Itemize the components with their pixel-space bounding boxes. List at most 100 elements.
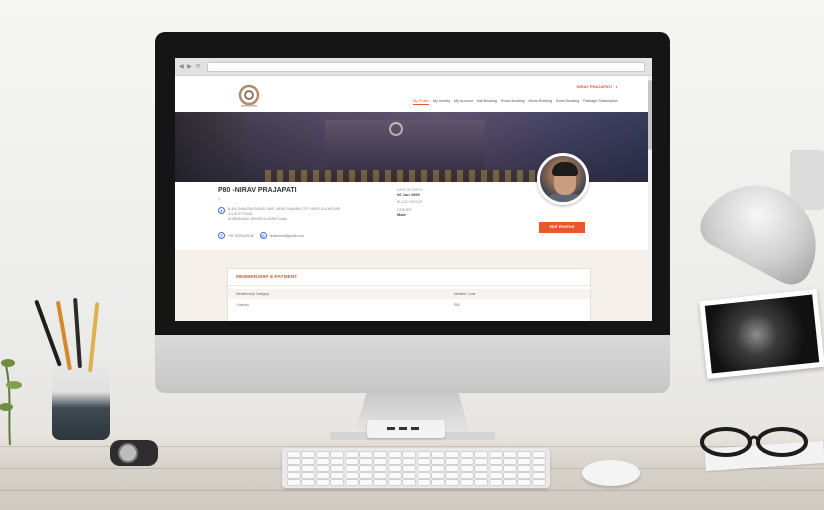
membership-card: MEMBERSHIP & PAYMENT Membership Category… (227, 268, 591, 321)
chevron-down-icon: ▼ (615, 85, 618, 89)
plant-decoration (0, 325, 24, 446)
keyboard-key (504, 480, 516, 485)
membership-category-value: Ordinary (236, 303, 250, 307)
keyboard-key (504, 459, 516, 464)
url-field[interactable] (207, 62, 645, 72)
user-menu[interactable]: NIRAV PRAJAPATI ▼ (577, 84, 618, 89)
site-header: NIRAV PRAJAPATI ▼ My Profile My Activity… (175, 76, 652, 112)
keyboard-key (374, 473, 387, 478)
wristwatch (110, 440, 158, 466)
keyboard-key (331, 466, 344, 471)
column-header-category: Membership Category (236, 292, 270, 296)
membership-title: MEMBERSHIP & PAYMENT (236, 275, 298, 280)
keyboard-key (532, 480, 545, 485)
keyboard-key (360, 452, 372, 457)
keyboard-key (446, 459, 459, 464)
keyboard-key (388, 473, 401, 478)
scrollbar-thumb[interactable] (648, 80, 652, 150)
keyboard-key (432, 459, 444, 464)
keyboard-key (388, 452, 401, 457)
keyboard-key (532, 473, 545, 478)
keyboard-key (388, 459, 401, 464)
ultrasound-photo (699, 289, 824, 379)
keyboard-key (288, 480, 300, 485)
phone-number: +91 9725120138 (228, 233, 254, 238)
keyboard-key (460, 452, 473, 457)
keyboard-key (417, 452, 430, 457)
nav-event-booking[interactable]: Event Booking (556, 99, 579, 105)
keyboard-key (475, 466, 488, 471)
pencil-decoration (73, 298, 82, 369)
dob-value: 06 Jun 1990 (397, 192, 420, 197)
keyboard-key (403, 466, 416, 471)
keyboard-key (302, 459, 315, 464)
keyboard-key (489, 466, 502, 471)
nav-my-profile[interactable]: My Profile (413, 99, 430, 105)
keyboard-key (504, 473, 516, 478)
avatar[interactable] (537, 153, 589, 205)
keyboard-key (288, 466, 300, 471)
pencil-pot (52, 360, 110, 440)
keyboard-key (489, 459, 502, 464)
keyboard-key (302, 452, 315, 457)
edit-profile-button[interactable]: EDIT PROFILE (539, 222, 585, 233)
keyboard-key (345, 473, 358, 478)
club-logo-icon[interactable] (235, 83, 263, 109)
keyboard-key (460, 473, 473, 478)
address-line-3: AHMEDABAD 380058 GUJARAT India (228, 216, 287, 221)
keyboard-key (446, 452, 459, 457)
keyboard-key (345, 466, 358, 471)
eyeglasses (700, 427, 808, 457)
keyboard-key (374, 452, 387, 457)
nav-package-subscription[interactable]: Package Subscription (583, 99, 618, 105)
nav-my-account[interactable]: My Account (454, 99, 473, 105)
phone-icon: ✆ (218, 232, 225, 239)
keyboard-key (288, 452, 300, 457)
keyboard-key (331, 473, 344, 478)
email-contact[interactable]: @ nrashbhra@gmail.com (259, 232, 304, 239)
keyboard-key (518, 473, 531, 478)
phone-contact[interactable]: ✆ +91 9725120138 (218, 232, 254, 239)
location-pin-icon: ● (218, 207, 225, 214)
keyboard-key (489, 473, 502, 478)
keyboard-key (532, 466, 545, 471)
keyboard-key (374, 466, 387, 471)
monitor-screen: ◀ ▶ ⟳ NIRAV PRAJAPATI ▼ My Profile My Ac… (175, 58, 652, 321)
keyboard-key (518, 466, 531, 471)
keyboard-key (302, 473, 315, 478)
keyboard-key (518, 480, 531, 485)
keyboard-key (504, 466, 516, 471)
keyboard-key (302, 480, 315, 485)
usb-hub (367, 420, 445, 438)
browser-toolbar: ◀ ▶ ⟳ (175, 58, 652, 76)
nav-room-booking[interactable]: Room Booking (501, 99, 525, 105)
keyboard-key (489, 480, 502, 485)
nav-my-activity[interactable]: My Activity (433, 99, 450, 105)
keyboard-key (345, 480, 358, 485)
keyboard-key (331, 452, 344, 457)
keyboard-key (446, 466, 459, 471)
keyboard-key (504, 452, 516, 457)
keyboard-key (489, 452, 502, 457)
keyboard-key (302, 466, 315, 471)
nav-hall-booking[interactable]: Hall Booking (477, 99, 497, 105)
keyboard-key (475, 459, 488, 464)
keyboard-key (417, 459, 430, 464)
keyboard-key (460, 466, 473, 471)
keyboard-key (316, 473, 329, 478)
keyboard-key (417, 466, 430, 471)
keyboard-key (475, 480, 488, 485)
keyboard-key (345, 459, 358, 464)
column-header-member-code: Member Code (454, 292, 476, 296)
keyboard-key (360, 473, 372, 478)
membership-section: MEMBERSHIP & PAYMENT Membership Category… (175, 250, 652, 321)
keyboard-key (403, 452, 416, 457)
profile-sub: 0 (218, 197, 220, 201)
browser-nav-arrows-icon[interactable]: ◀ ▶ ⟳ (179, 63, 202, 70)
member-code-value: P80 (454, 303, 461, 307)
email-icon: @ (259, 232, 267, 239)
keyboard-key (460, 480, 473, 485)
nav-movie-booking[interactable]: Movie Booking (528, 99, 552, 105)
profile-name: P80 -NIRAV PRAJAPATI (218, 187, 297, 194)
membership-table-header: Membership Category Member Code (228, 289, 590, 299)
